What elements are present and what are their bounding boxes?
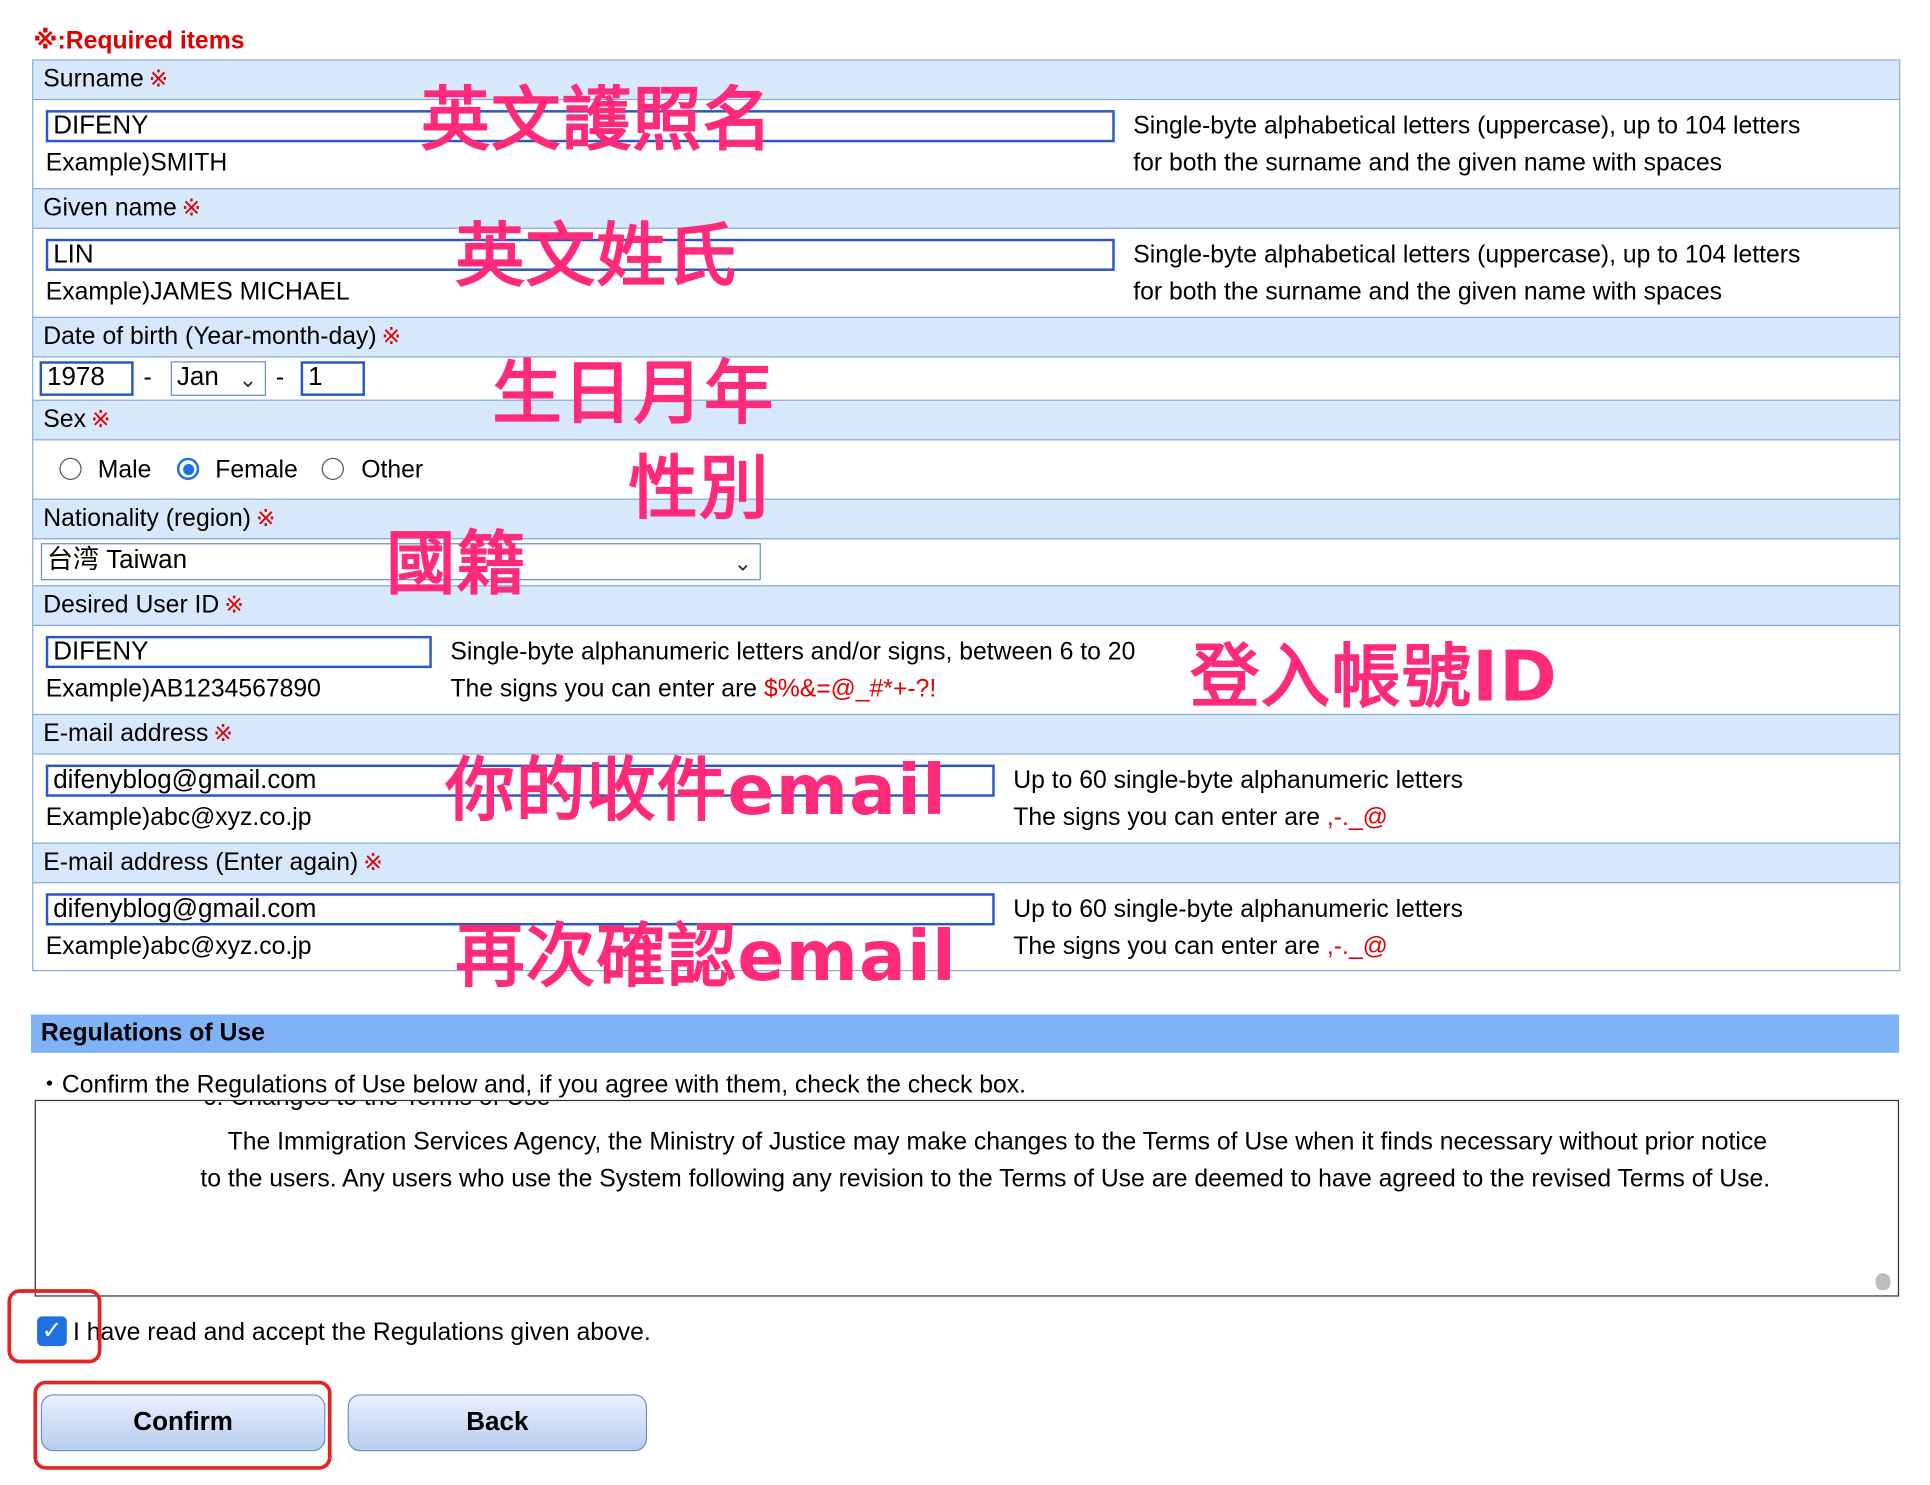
given-name-help: Single-byte alphabetical letters (upperc…	[1133, 236, 1800, 310]
required-mark: ※	[148, 66, 169, 93]
chevron-down-icon: ⌄	[238, 367, 258, 393]
user-id-example: Example)AB1234567890	[45, 675, 321, 703]
annotation-given-name: 英文姓氏	[455, 216, 738, 297]
email-example: Example)abc@xyz.co.jp	[45, 804, 312, 832]
annotation-sex: 性別	[628, 449, 770, 530]
nationality-value: 台湾 Taiwan	[47, 545, 188, 575]
accept-label[interactable]: I have read and accept the Regulations g…	[73, 1319, 651, 1347]
given-name-help-line1: Single-byte alphabetical letters (upperc…	[1133, 241, 1801, 269]
email-allowed-signs: ,-._@	[1326, 804, 1388, 832]
user-id-allowed-signs: $%&=@_#*+-?!	[763, 675, 937, 703]
required-mark: ※	[255, 506, 276, 532]
sex-male-label[interactable]: Male	[98, 457, 152, 485]
nationality-row: 台湾 Taiwan ⌄	[33, 539, 1900, 587]
regulations-header: Regulations of Use	[30, 1014, 1900, 1053]
nationality-label: Nationality (region)	[43, 504, 251, 532]
surname-header: Surname ※	[33, 60, 1900, 101]
annotation-dob: 生日月年	[492, 353, 775, 435]
highlight-box-checkbox	[7, 1289, 102, 1364]
email-help-line2: The signs you can enter are ,-._@	[1013, 799, 1463, 836]
email-confirm-label: E-mail address (Enter again)	[43, 848, 359, 876]
terms-clipped-heading: 6. Changes to the Terms of Use	[203, 1101, 551, 1112]
annotation-nationality: 國籍	[386, 524, 528, 605]
user-id-row: DIFENY Example)AB1234567890 Single-byte …	[33, 626, 1900, 716]
registration-page: ※:Required items Surname ※ DIFENY Example…	[0, 0, 1930, 1485]
surname-example: Example)SMITH	[45, 149, 228, 177]
email-row: difenyblog@gmail.com Example)abc@xyz.co.…	[33, 754, 1900, 844]
sex-other-label[interactable]: Other	[361, 457, 423, 485]
given-name-header: Given name ※	[33, 189, 1900, 229]
terms-body: The Immigration Services Agency, the Min…	[200, 1123, 1771, 1197]
annotation-user-id: 登入帳號ID	[1190, 637, 1559, 718]
sex-header: Sex ※	[33, 400, 1900, 441]
dob-day-input[interactable]: 1	[300, 361, 365, 396]
email-confirm-help-line2: The signs you can enter are ,-._@	[1013, 928, 1463, 965]
dob-separator: -	[143, 363, 152, 391]
user-id-header: Desired User ID ※	[33, 586, 1900, 627]
sex-label: Sex	[43, 405, 86, 434]
dob-row: 1978 - Jan ⌄ - 1	[33, 357, 1900, 401]
email-confirm-example: Example)abc@xyz.co.jp	[45, 932, 312, 961]
surname-row: DIFENY Example)SMITH Single-byte alphabe…	[33, 100, 1900, 190]
email-help: Up to 60 single-byte alphanumeric letter…	[1013, 762, 1463, 836]
required-items-note: ※:Required items	[33, 27, 245, 55]
registration-form: Surname ※ DIFENY Example)SMITH Single-byt…	[32, 59, 1901, 972]
required-mark: ※	[213, 721, 233, 748]
email-help-line1: Up to 60 single-byte alphanumeric letter…	[1013, 767, 1464, 795]
email-confirm-row: difenyblog@gmail.com Example)abc@xyz.co.…	[33, 883, 1900, 970]
required-mark: ※	[363, 849, 383, 876]
dob-month-value: Jan	[176, 362, 219, 391]
given-name-row: LIN Example)JAMES MICHAEL Single-byte al…	[33, 228, 1900, 318]
surname-label: Surname	[43, 65, 144, 93]
user-id-help: Single-byte alphanumeric letters and/or …	[450, 633, 1192, 707]
dob-header: Date of birth (Year-month-day) ※	[33, 317, 1900, 358]
terms-scroll-box[interactable]: 6. Changes to the Terms of Use The Immig…	[34, 1099, 1900, 1297]
chevron-down-icon: ⌄	[733, 550, 753, 576]
given-name-example: Example)JAMES MICHAEL	[45, 278, 350, 306]
annotation-email: 你的收件email	[445, 750, 948, 832]
dob-separator: -	[275, 363, 285, 391]
sex-other-radio[interactable]	[321, 457, 344, 481]
email-header: E-mail address ※	[33, 715, 1900, 755]
email-confirm-allowed-signs: ,-._@	[1326, 932, 1388, 961]
nationality-header: Nationality (region) ※	[33, 499, 1900, 540]
email-label: E-mail address	[43, 720, 209, 748]
dob-year-input[interactable]: 1978	[39, 361, 134, 396]
sex-female-label[interactable]: Female	[215, 457, 298, 485]
required-mark: ※	[90, 407, 111, 434]
back-button[interactable]: Back	[347, 1394, 648, 1452]
user-id-help-line2: The signs you can enter are $%&=@_#*+-?!	[450, 671, 1192, 708]
dob-label: Date of birth (Year-month-day)	[43, 322, 377, 351]
required-mark: ※	[381, 324, 402, 351]
dob-month-select[interactable]: Jan ⌄	[170, 361, 266, 396]
given-name-help-line2: for both the surname and the given name …	[1133, 278, 1722, 306]
surname-help-line2: for both the surname and the given name …	[1133, 149, 1722, 177]
surname-help: Single-byte alphabetical letters (upperc…	[1133, 108, 1800, 182]
given-name-label: Given name	[43, 194, 177, 222]
user-id-help-line1: Single-byte alphanumeric letters and/or …	[450, 638, 1136, 666]
sex-male-radio[interactable]	[59, 457, 82, 481]
required-mark: ※	[224, 592, 244, 619]
terms-paragraph: The Immigration Services Agency, the Min…	[200, 1128, 1771, 1193]
annotation-email-confirm: 再次確認email	[455, 916, 957, 998]
email-confirm-help-line1: Up to 60 single-byte alphanumeric letter…	[1013, 895, 1464, 923]
sex-female-radio[interactable]	[176, 457, 200, 481]
highlight-box-confirm	[33, 1380, 332, 1470]
user-id-help-prefix: The signs you can enter are	[450, 675, 764, 703]
surname-help-line1: Single-byte alphabetical letters (upperc…	[1133, 112, 1801, 140]
regulations-instruction: ・Confirm the Regulations of Use below an…	[37, 1071, 1027, 1099]
email-help-prefix: The signs you can enter are	[1013, 804, 1327, 832]
email-confirm-header: E-mail address (Enter again) ※	[33, 843, 1900, 884]
user-id-label: Desired User ID	[43, 591, 220, 619]
scrollbar-thumb[interactable]	[1875, 1273, 1891, 1291]
required-mark: ※	[181, 195, 202, 222]
user-id-input[interactable]: DIFENY	[45, 635, 432, 669]
email-confirm-help-prefix: The signs you can enter are	[1013, 932, 1327, 961]
annotation-surname: 英文護照名	[420, 80, 774, 161]
sex-row: Male Female Other	[33, 440, 1900, 500]
email-confirm-help: Up to 60 single-byte alphanumeric letter…	[1013, 891, 1463, 965]
